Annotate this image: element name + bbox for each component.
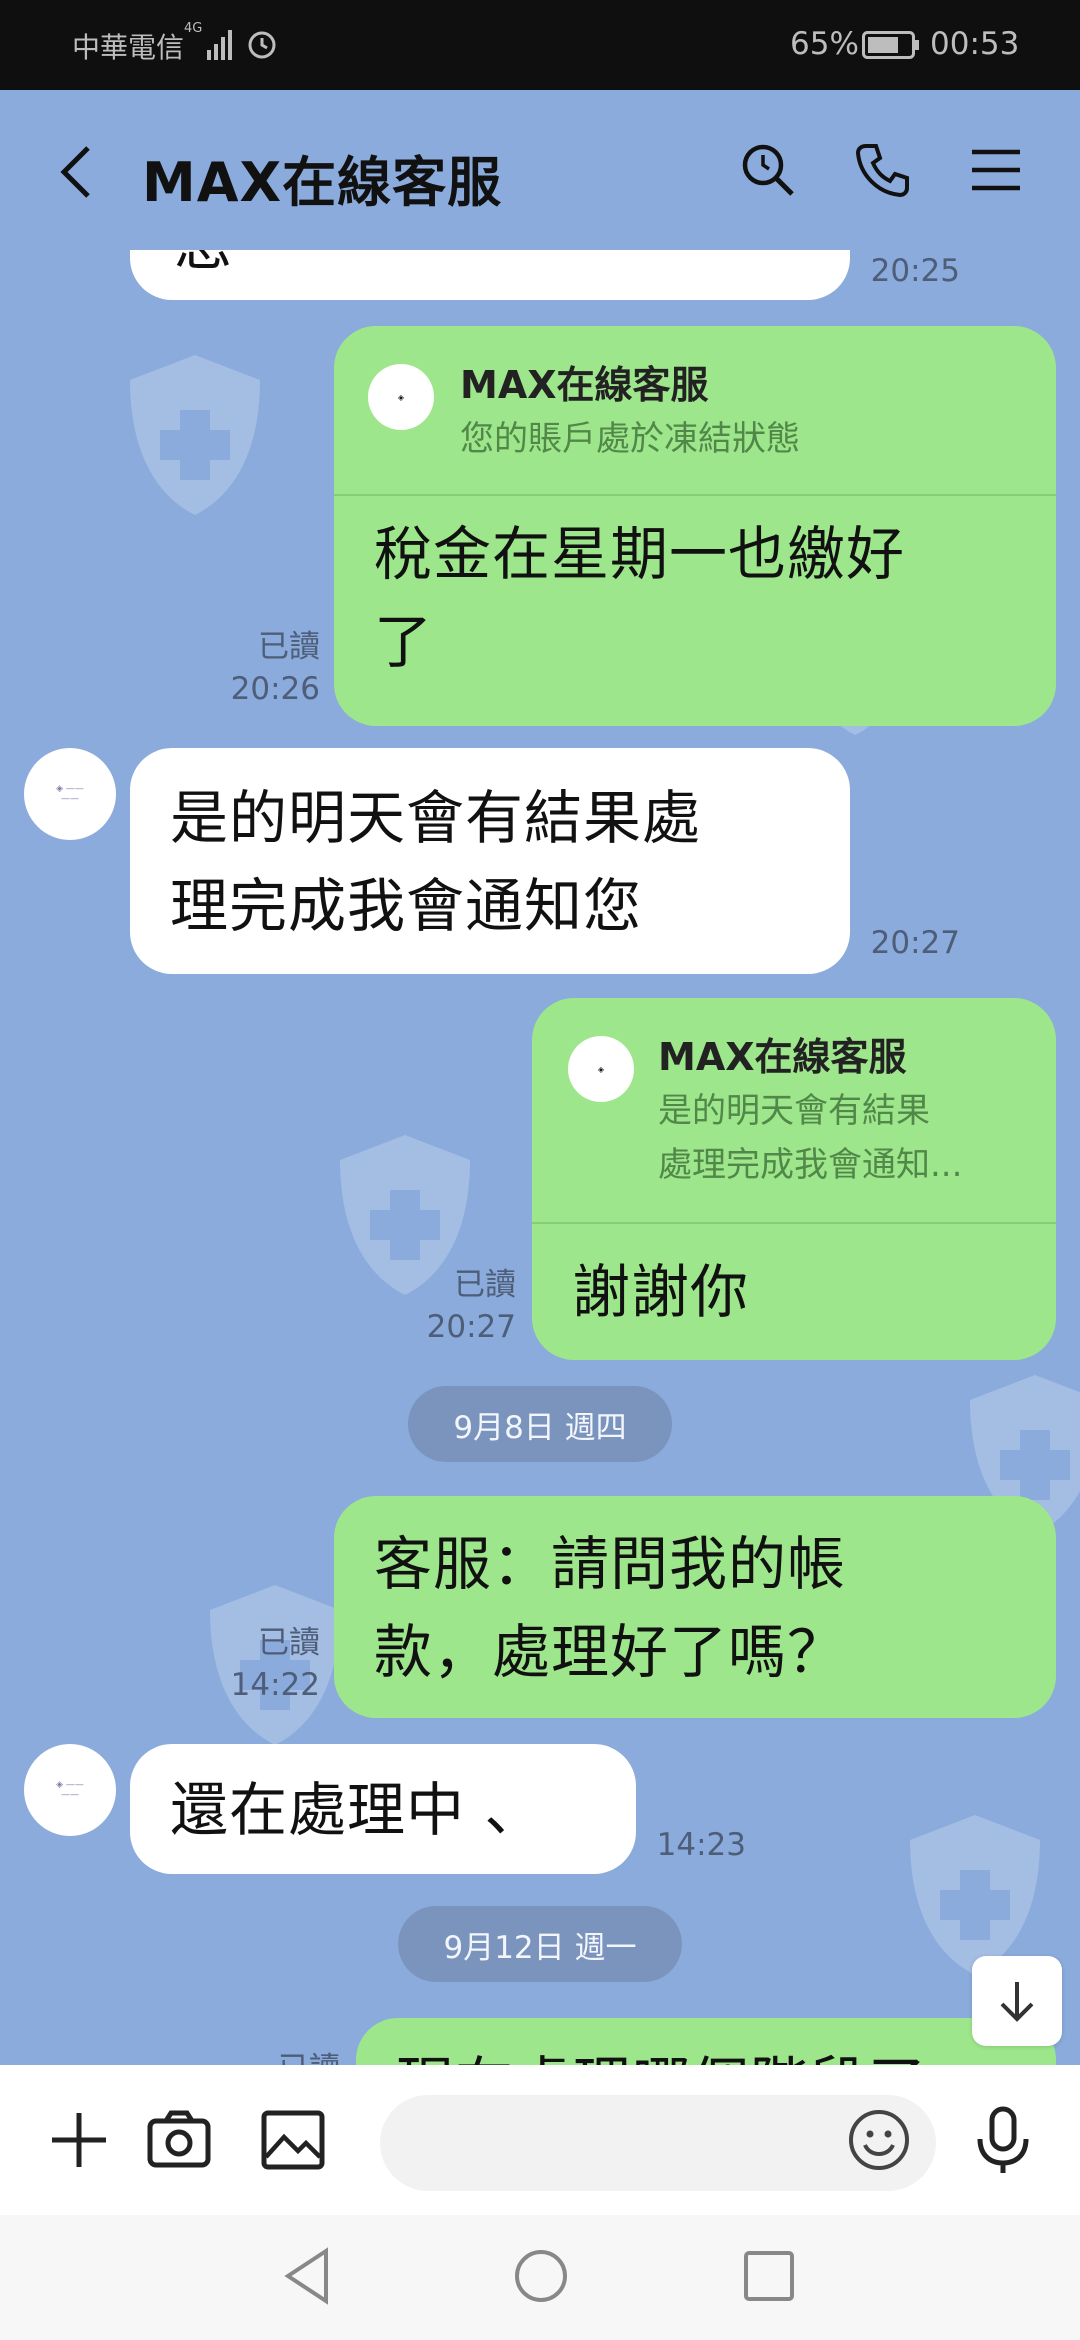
- back-arrow-icon[interactable]: [56, 142, 96, 202]
- message-time: 20:26: [230, 671, 320, 707]
- message-line: 客服：請問我的帳: [374, 1530, 847, 1598]
- nav-back-icon[interactable]: [276, 2243, 342, 2309]
- outgoing-message[interactable]: 客服：請問我的帳 款，處理好了嗎？: [334, 1496, 1056, 1718]
- incoming-message[interactable]: 是的明天會有結果處 理完成我會通知您: [130, 748, 850, 974]
- message-text: 客服：請問我的帳 款，處理好了嗎？: [374, 1520, 846, 1696]
- message-text: 您: [174, 250, 233, 288]
- chat-title: MAX在線客服: [142, 151, 503, 214]
- menu-icon[interactable]: [966, 140, 1026, 200]
- quote-line: 是的明天會有結果: [658, 1091, 930, 1131]
- battery-percent: 65%: [790, 26, 859, 62]
- search-icon[interactable]: [738, 140, 798, 200]
- shield-watermark-icon: [130, 355, 260, 515]
- system-nav-bar: [0, 2215, 1080, 2340]
- carrier-name: 中華電信: [72, 31, 185, 64]
- outgoing-message[interactable]: 現在處理哪個階段了: [356, 2018, 1056, 2065]
- read-receipt: 已讀: [454, 1267, 516, 1303]
- message-text: 是的明天會有結果處 理完成我會通知您: [170, 774, 701, 950]
- outgoing-message[interactable]: ◈ MAX在線客服 是的明天會有結果 處理完成我會通知... 謝謝你: [532, 998, 1056, 1360]
- message-line: 款，處理好了嗎？: [374, 1618, 847, 1686]
- signal-icon: [207, 30, 232, 60]
- microphone-icon[interactable]: [968, 2105, 1038, 2175]
- status-bar: 中華電信 4G 65% 00:53: [0, 0, 1080, 90]
- quote-text: 是的明天會有結果 處理完成我會通知...: [658, 1084, 962, 1192]
- network-type: 4G: [184, 21, 203, 36]
- outgoing-message[interactable]: ◈ MAX在線客服 您的賬戶處於凍結狀態 稅金在星期一也繳好 了: [334, 326, 1056, 726]
- arrow-down-icon: [1000, 1982, 1034, 2022]
- quoted-reply[interactable]: ◈ MAX在線客服 您的賬戶處於凍結狀態: [334, 326, 1056, 496]
- message-time: 20:27: [426, 1309, 516, 1345]
- avatar[interactable]: ◈ —— ——: [24, 748, 116, 840]
- message-line: 是的明天會有結果處: [170, 784, 702, 852]
- date-separator: 9月12日 週一: [398, 1906, 682, 1982]
- camera-icon[interactable]: [144, 2105, 214, 2175]
- shield-watermark-icon: [910, 1815, 1040, 1975]
- read-receipt: 已讀: [258, 629, 320, 665]
- message-text: 稅金在星期一也繳好 了: [334, 496, 1056, 686]
- quote-text: 您的賬戶處於凍結狀態: [460, 419, 800, 459]
- battery-icon: [862, 31, 919, 59]
- nav-home-icon[interactable]: [508, 2243, 574, 2309]
- avatar: ◈: [368, 364, 434, 430]
- message-line: 了: [374, 608, 434, 676]
- message-time: 20:25: [870, 253, 960, 289]
- date-separator: 9月8日 週四: [408, 1386, 672, 1462]
- message-time: 14:23: [656, 1827, 746, 1863]
- phone-icon[interactable]: [852, 140, 912, 200]
- quoted-reply[interactable]: ◈ MAX在線客服 是的明天會有結果 處理完成我會通知...: [532, 998, 1056, 1224]
- plus-icon[interactable]: [44, 2105, 114, 2175]
- image-icon[interactable]: [258, 2105, 328, 2175]
- message-line: 理完成我會通知您: [170, 872, 643, 940]
- avatar[interactable]: ◈ —— ——: [24, 1744, 116, 1836]
- avatar: ◈: [568, 1036, 634, 1102]
- read-receipt: 已讀: [200, 2048, 340, 2065]
- message-text: 現在處理哪個階段了: [396, 2040, 927, 2065]
- message-input-bar: [0, 2065, 1080, 2215]
- status-time: 00:53: [930, 26, 1020, 62]
- chat-area[interactable]: 您 20:25 已讀 20:26 ◈ MAX在線客服 您的賬戶處於凍結狀態 稅金…: [0, 250, 1080, 2065]
- incoming-message[interactable]: 您: [130, 250, 850, 300]
- alarm-icon: [248, 31, 276, 59]
- message-text: 謝謝你: [572, 1258, 750, 1326]
- message-text: 還在處理中 、: [170, 1776, 544, 1844]
- read-receipt: 已讀: [258, 1625, 320, 1661]
- message-time: 20:27: [870, 925, 960, 961]
- quote-sender: MAX在線客服: [460, 363, 709, 407]
- chat-header: MAX在線客服: [0, 90, 1080, 250]
- quote-line: 處理完成我會通知...: [658, 1145, 963, 1185]
- quote-sender: MAX在線客服: [658, 1035, 907, 1079]
- incoming-message[interactable]: 還在處理中 、: [130, 1744, 636, 1874]
- scroll-to-bottom-button[interactable]: [972, 1956, 1062, 2046]
- emoji-icon[interactable]: [846, 2107, 912, 2173]
- nav-recents-icon[interactable]: [736, 2243, 802, 2309]
- message-time: 14:22: [230, 1667, 320, 1703]
- message-line: 稅金在星期一也繳好: [374, 520, 906, 588]
